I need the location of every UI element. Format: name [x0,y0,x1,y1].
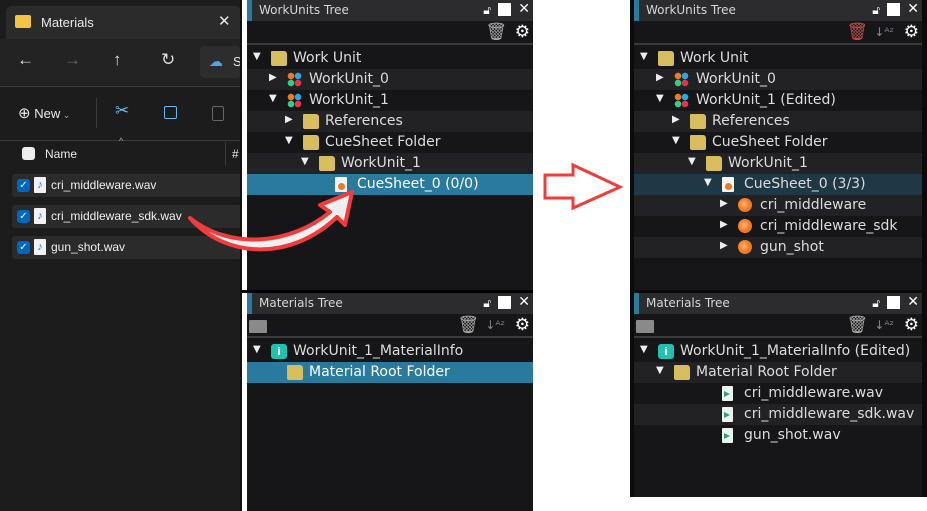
annotation-arrows [188,162,624,252]
curved-drag-arrow [188,190,354,252]
hollow-right-arrow [543,162,624,211]
